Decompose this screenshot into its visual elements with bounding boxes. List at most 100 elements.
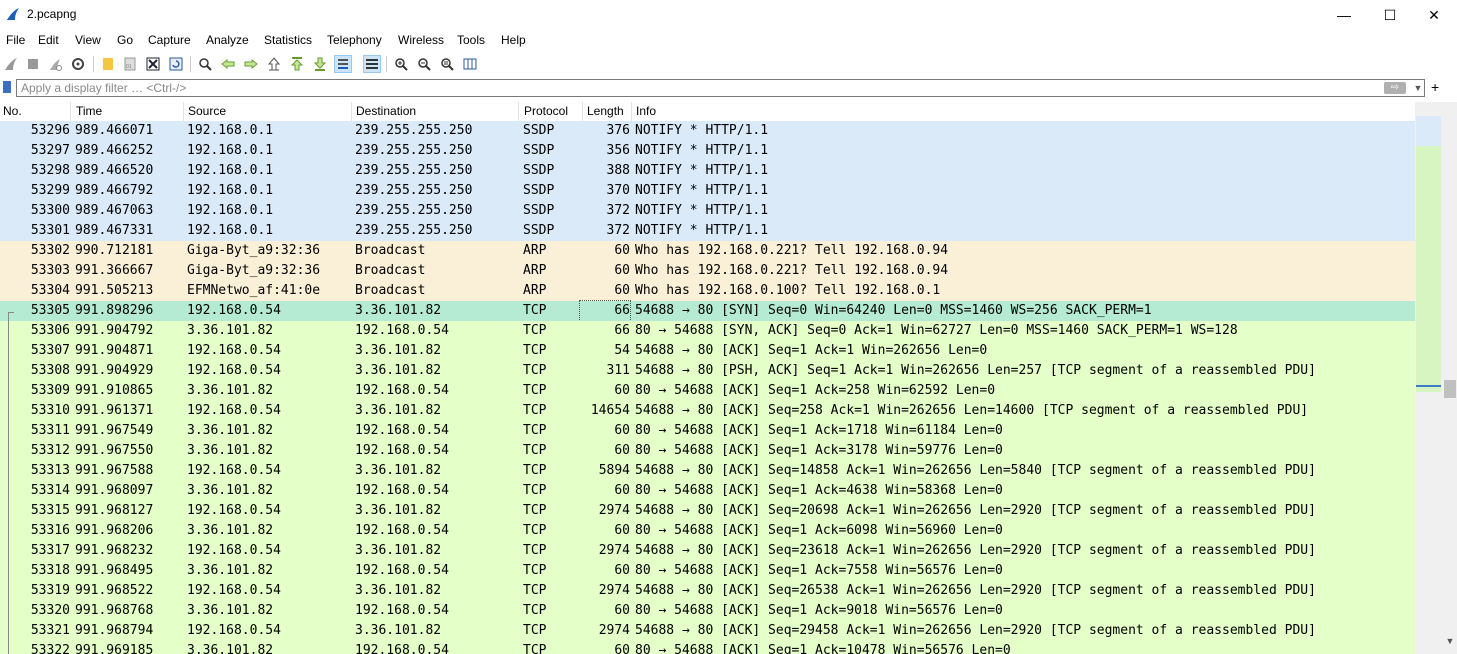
packet-time: 989.467331	[75, 223, 154, 238]
menu-analyze[interactable]: Analyze	[206, 33, 249, 47]
shark-start-icon[interactable]	[2, 55, 20, 73]
save-file-icon[interactable]: 01	[121, 55, 139, 73]
table-row[interactable]: 53300 989.467063 192.168.0.1 239.255.255.25…	[0, 201, 1415, 221]
packet-number: 53297	[30, 143, 70, 158]
packet-source: 3.36.101.82	[187, 643, 274, 654]
menu-edit[interactable]: Edit	[38, 33, 59, 47]
table-row[interactable]: 53318 991.968495 3.36.101.82 192.168.0.54 TC…	[0, 561, 1415, 581]
table-row[interactable]: 53315 991.968127 192.168.0.54 3.36.101.82 TC…	[0, 501, 1415, 521]
packet-time: 991.898296	[75, 303, 154, 318]
maximize-button[interactable]: ☐	[1367, 0, 1413, 30]
table-row[interactable]: 53308 991.904929 192.168.0.54 3.36.101.82 TC…	[0, 361, 1415, 381]
stop-icon[interactable]	[24, 55, 42, 73]
table-row[interactable]: 53316 991.968206 3.36.101.82 192.168.0.54 TC…	[0, 521, 1415, 541]
packet-source: 192.168.0.54	[187, 303, 281, 318]
options-gear-icon[interactable]	[69, 55, 87, 73]
chevron-down-icon[interactable]: ▼	[1412, 80, 1424, 96]
table-row-selected[interactable]: 53305 991.898296 192.168.0.54 3.36.101.82 TC…	[0, 300, 1415, 322]
menu-statistics[interactable]: Statistics	[264, 33, 312, 47]
packet-minimap[interactable]	[1416, 116, 1441, 392]
scroll-down-arrow-icon[interactable]: ▼	[1444, 636, 1456, 652]
packet-protocol: SSDP	[523, 163, 555, 178]
packet-time: 991.366667	[75, 263, 154, 278]
column-header-source[interactable]: Source	[185, 102, 352, 121]
table-row[interactable]: 53307 991.904871 192.168.0.54 3.36.101.82 TC…	[0, 341, 1415, 361]
packet-info: 54688 → 80 [ACK] Seq=20698 Ack=1 Win=262…	[635, 503, 1316, 518]
packet-length: 60	[614, 283, 630, 298]
autoscroll-icon[interactable]	[334, 55, 352, 73]
restart-icon[interactable]	[46, 55, 64, 73]
packet-protocol: TCP	[523, 423, 547, 438]
table-row[interactable]: 53314 991.968097 3.36.101.82 192.168.0.54 TC…	[0, 481, 1415, 501]
table-row[interactable]: 53321 991.968794 192.168.0.54 3.36.101.82 TC…	[0, 621, 1415, 641]
packet-time: 991.968495	[75, 563, 154, 578]
column-header-info[interactable]: Info	[633, 102, 1415, 121]
go-to-last-icon[interactable]	[311, 55, 329, 73]
table-row[interactable]: 53309 991.910865 3.36.101.82 192.168.0.54 TC…	[0, 381, 1415, 401]
table-row[interactable]: 53297 989.466252 192.168.0.1 239.255.255.25…	[0, 141, 1415, 161]
zoom-in-icon[interactable]	[392, 55, 410, 73]
menu-file[interactable]: File	[6, 33, 25, 47]
menu-tools[interactable]: Tools	[457, 33, 485, 47]
table-row[interactable]: 53320 991.968768 3.36.101.82 192.168.0.54 TC…	[0, 601, 1415, 621]
bookmark-icon[interactable]	[3, 81, 11, 93]
table-row[interactable]: 53299 989.466792 192.168.0.1 239.255.255.25…	[0, 181, 1415, 201]
menu-wireless[interactable]: Wireless	[398, 33, 444, 47]
packet-list-scrollbar[interactable]: ▼	[1415, 102, 1457, 654]
table-row[interactable]: 53313 991.967588 192.168.0.54 3.36.101.82 TC…	[0, 461, 1415, 481]
table-row[interactable]: 53319 991.968522 192.168.0.54 3.36.101.82 TC…	[0, 581, 1415, 601]
resize-columns-icon[interactable]	[461, 55, 479, 73]
packet-info: 54688 → 80 [ACK] Seq=1 Ack=1 Win=262656 …	[635, 343, 988, 358]
packet-time: 991.967549	[75, 423, 154, 438]
column-header-time[interactable]: Time	[73, 102, 184, 121]
packet-length: 388	[606, 163, 630, 178]
table-row[interactable]: 53310 991.961371 192.168.0.54 3.36.101.82 TC…	[0, 401, 1415, 421]
packet-info: 54688 → 80 [ACK] Seq=29458 Ack=1 Win=262…	[635, 623, 1316, 638]
column-header-length[interactable]: Length	[584, 102, 632, 121]
go-forward-icon[interactable]	[242, 55, 260, 73]
reload-icon[interactable]	[167, 55, 185, 73]
menu-help[interactable]: Help	[501, 33, 526, 47]
table-row[interactable]: 53322 991.969185 3.36.101.82 192.168.0.54 TC…	[0, 641, 1415, 654]
table-row[interactable]: 53298 989.466520 192.168.0.1 239.255.255.25…	[0, 161, 1415, 181]
packet-protocol: SSDP	[523, 203, 555, 218]
column-header-destination[interactable]: Destination	[353, 102, 519, 121]
add-filter-button[interactable]: +	[1431, 78, 1439, 96]
table-row[interactable]: 53302 990.712181 Giga-Byt_a9:32:36 Broadcas…	[0, 241, 1415, 261]
scrollbar-thumb[interactable]	[1444, 380, 1456, 398]
packet-source: Giga-Byt_a9:32:36	[187, 243, 321, 258]
menu-telephony[interactable]: Telephony	[327, 33, 382, 47]
apply-filter-arrow-icon[interactable]: ⇨	[1384, 82, 1406, 94]
packet-time: 991.904792	[75, 323, 154, 338]
packet-source: 192.168.0.54	[187, 503, 281, 518]
go-to-packet-icon[interactable]	[265, 55, 283, 73]
column-header-no[interactable]: No.	[0, 102, 71, 121]
go-back-icon[interactable]	[219, 55, 237, 73]
table-row[interactable]: 53304 991.505213 EFMNetwo_af:41:0e Broadcas…	[0, 281, 1415, 301]
menu-go[interactable]: Go	[117, 33, 133, 47]
packet-info: 80 → 54688 [ACK] Seq=1 Ack=4638 Win=5836…	[635, 483, 1003, 498]
table-row[interactable]: 53306 991.904792 3.36.101.82 192.168.0.54 TC…	[0, 321, 1415, 341]
menu-capture[interactable]: Capture	[148, 33, 191, 47]
table-row[interactable]: 53296 989.466071 192.168.0.1 239.255.255.25…	[0, 121, 1415, 141]
display-filter-input[interactable]: Apply a display filter … <Ctrl-/> ⇨ ▼	[16, 79, 1425, 97]
packet-source: 192.168.0.54	[187, 463, 281, 478]
table-row[interactable]: 53317 991.968232 192.168.0.54 3.36.101.82 TC…	[0, 541, 1415, 561]
go-to-first-icon[interactable]	[288, 55, 306, 73]
packet-info: 54688 → 80 [SYN] Seq=0 Win=64240 Len=0 M…	[635, 303, 1152, 318]
table-row[interactable]: 53301 989.467331 192.168.0.1 239.255.255.25…	[0, 221, 1415, 241]
menu-view[interactable]: View	[75, 33, 101, 47]
minimize-button[interactable]: —	[1321, 0, 1367, 30]
column-header-protocol[interactable]: Protocol	[521, 102, 583, 121]
zoom-out-icon[interactable]	[415, 55, 433, 73]
table-row[interactable]: 53311 991.967549 3.36.101.82 192.168.0.54 TC…	[0, 421, 1415, 441]
table-row[interactable]: 53312 991.967550 3.36.101.82 192.168.0.54 TC…	[0, 441, 1415, 461]
close-button[interactable]: ✕	[1411, 0, 1457, 30]
open-file-icon[interactable]	[99, 55, 117, 73]
table-row[interactable]: 53303 991.366667 Giga-Byt_a9:32:36 Broadcas…	[0, 261, 1415, 281]
packet-source: 192.168.0.54	[187, 403, 281, 418]
normal-size-icon[interactable]	[438, 55, 456, 73]
close-file-icon[interactable]	[144, 55, 162, 73]
search-icon[interactable]	[196, 55, 214, 73]
colorize-icon[interactable]	[363, 55, 381, 73]
